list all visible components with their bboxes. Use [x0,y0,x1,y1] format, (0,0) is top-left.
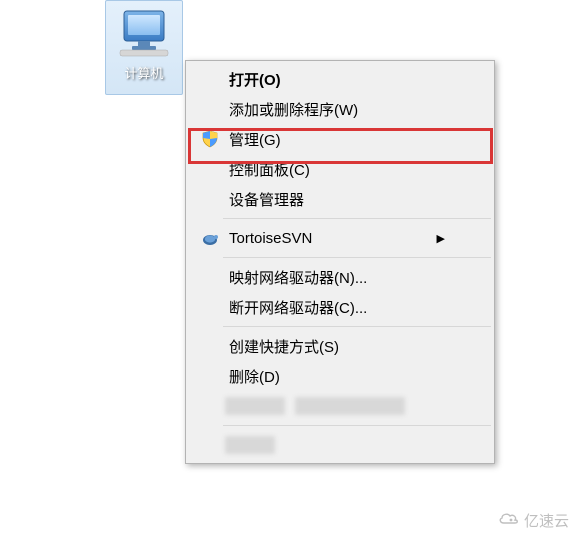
menu-label: 设备管理器 [225,189,455,210]
menu-item-disconnect-network-drive[interactable]: 断开网络驱动器(C)... [225,292,491,322]
menu-label: 控制面板(C) [225,159,455,180]
menu-item-tortoisesvn[interactable]: TortoiseSVN ▶ [225,223,491,253]
menu-item-create-shortcut[interactable]: 创建快捷方式(S) [225,331,491,361]
menu-label: 映射网络驱动器(N)... [225,267,455,288]
menu-item-device-manager[interactable]: 设备管理器 [225,184,491,214]
context-menu: 打开(O) 添加或删除程序(W) [185,60,495,464]
cloud-icon [498,510,520,531]
computer-icon [118,7,170,59]
watermark-text: 亿速云 [524,510,569,531]
menu-label: 删除(D) [225,366,455,387]
desktop-computer-icon[interactable]: 计算机 [105,0,183,95]
menu-item-add-remove-programs[interactable]: 添加或删除程序(W) [225,94,491,124]
menu-item-delete[interactable]: 删除(D) [225,361,491,391]
menu-item-blurred-2[interactable] [225,430,491,460]
menu-label: 添加或删除程序(W) [225,99,455,120]
tortoise-icon [201,229,219,247]
uac-shield-icon [201,130,219,148]
menu-item-control-panel[interactable]: 控制面板(C) [225,154,491,184]
menu-separator [223,425,491,426]
desktop-icon-label: 计算机 [124,63,163,82]
menu-item-map-network-drive[interactable]: 映射网络驱动器(N)... [225,262,491,292]
watermark: 亿速云 [498,510,569,531]
menu-separator [223,326,491,327]
menu-item-open[interactable]: 打开(O) [225,64,491,94]
menu-label: 创建快捷方式(S) [225,336,455,357]
menu-item-manage[interactable]: 管理(G) [225,124,491,154]
menu-separator [223,257,491,258]
menu-label: 断开网络驱动器(C)... [225,297,455,318]
menu-label: 管理(G) [225,129,455,150]
menu-separator [223,218,491,219]
submenu-arrow-icon: ▶ [437,232,445,245]
menu-label: TortoiseSVN [225,230,437,247]
menu-label: 打开(O) [225,69,455,90]
menu-item-blurred-1[interactable] [225,391,491,421]
